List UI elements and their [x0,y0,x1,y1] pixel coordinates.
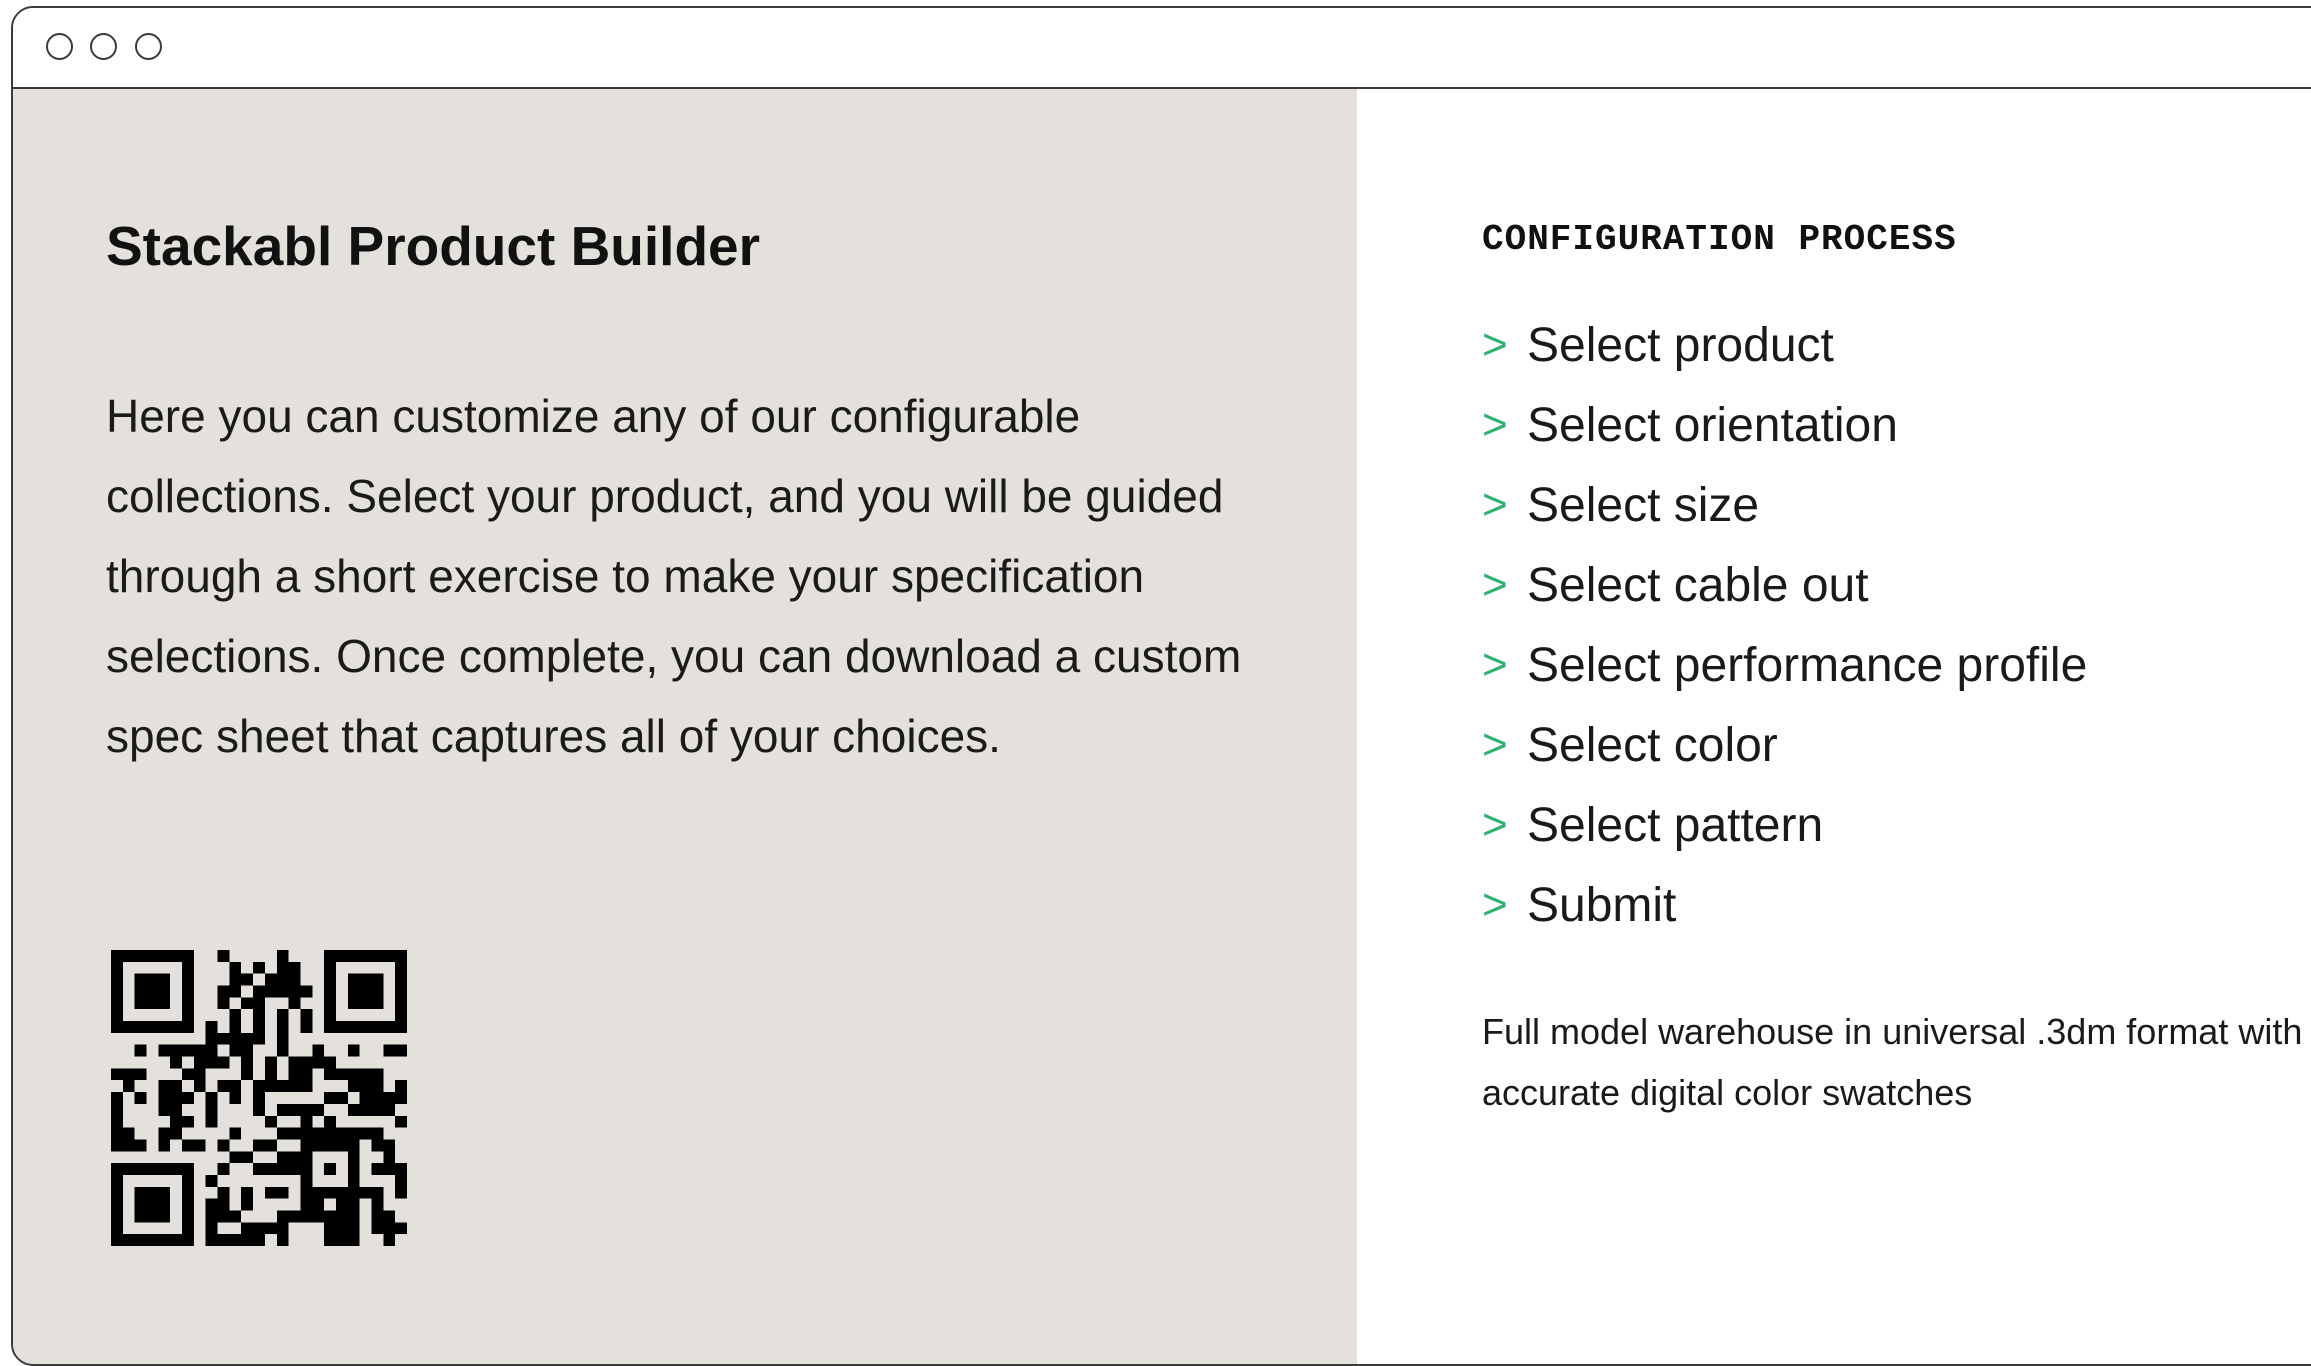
intro-panel: Stackabl Product Builder Here you can cu… [13,89,1357,1364]
intro-description: Here you can customize any of our config… [106,390,1242,762]
step-label: Submit [1527,878,1677,932]
step-select-performance-profile: > Select performance profile [1482,625,2087,705]
qr-code-icon[interactable] [111,950,407,1246]
window-control-minimize-icon[interactable] [90,33,117,60]
section-label: CONFIGURATION PROCESS [1482,219,1957,260]
chevron-right-icon: > [1482,720,1508,769]
chevron-right-icon: > [1482,880,1508,929]
window-titlebar [13,8,2311,89]
step-label: Select pattern [1527,798,1824,852]
step-select-orientation: > Select orientation [1482,385,2087,465]
step-submit: > Submit [1482,865,2087,945]
step-select-cable-out: > Select cable out [1482,545,2087,625]
step-label: Select orientation [1527,398,1898,452]
chevron-right-icon: > [1482,320,1508,369]
window-control-close-icon[interactable] [46,33,73,60]
window-control-maximize-icon[interactable] [135,33,162,60]
step-label: Select cable out [1527,558,1869,612]
step-select-pattern: > Select pattern [1482,785,2087,865]
step-label: Select size [1527,478,1760,532]
model-format-note: Full model warehouse in universal .3dm f… [1482,1011,2303,1113]
chevron-right-icon: > [1482,480,1508,529]
step-select-product: > Select product [1482,305,2087,385]
chevron-right-icon: > [1482,640,1508,689]
step-label: Select performance profile [1527,638,2088,692]
configuration-panel: CONFIGURATION PROCESS > Select product > S… [1357,89,2311,1364]
page-title: Stackabl Product Builder [106,215,761,277]
chevron-right-icon: > [1482,560,1508,609]
step-label: Select product [1527,318,1834,372]
browser-window: Stackabl Product Builder Here you can cu… [11,6,2311,1366]
step-select-size: > Select size [1482,465,2087,545]
chevron-right-icon: > [1482,400,1508,449]
step-select-color: > Select color [1482,705,2087,785]
chevron-right-icon: > [1482,800,1508,849]
configuration-steps-list: > Select product > Select orientation > Sel… [1482,305,2087,945]
step-label: Select color [1527,718,1778,772]
